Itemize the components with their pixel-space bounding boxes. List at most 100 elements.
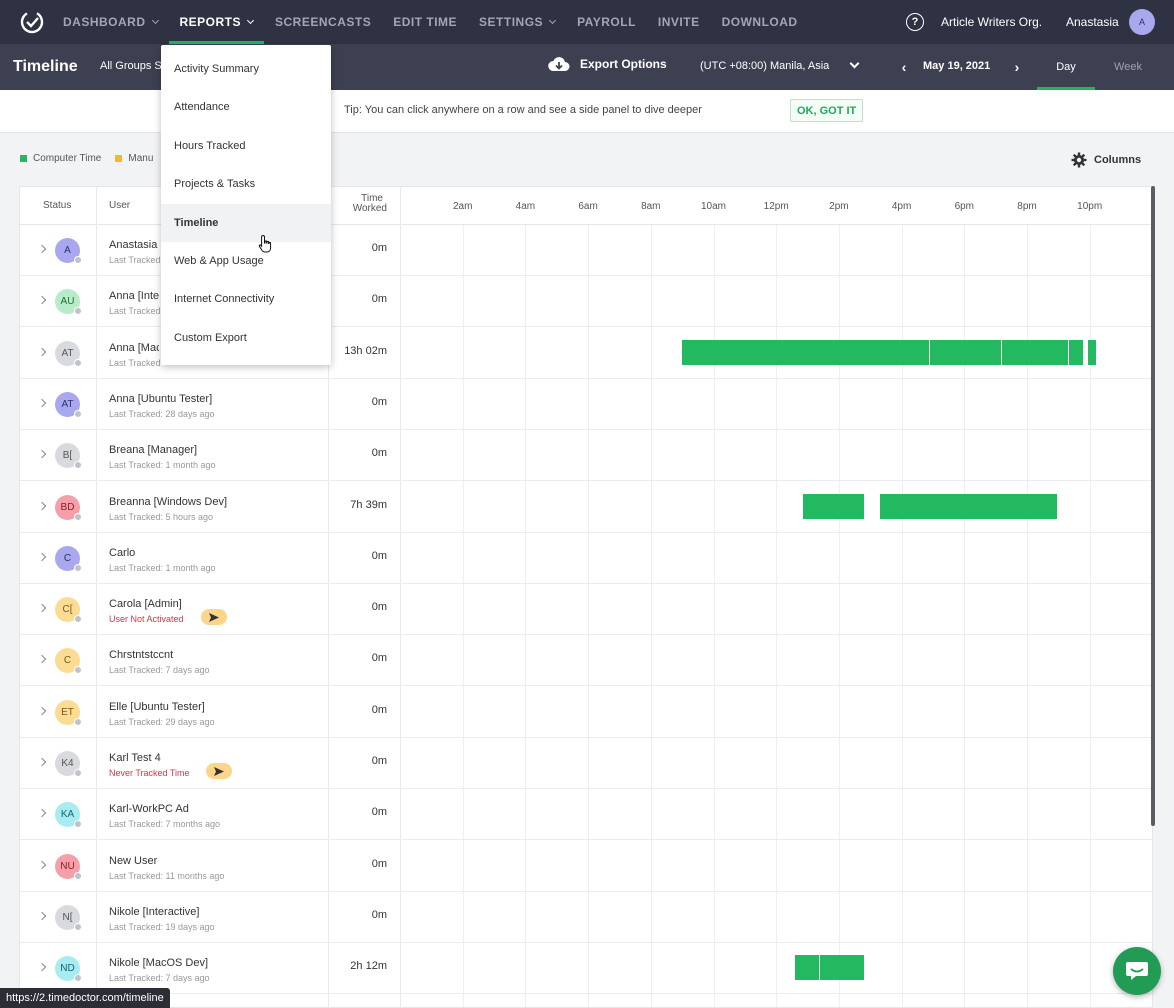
menu-item-internet-connectivity[interactable]: Internet Connectivity (161, 280, 331, 318)
table-row[interactable]: B[Breana [Manager] Last Tracked: 1 month … (20, 430, 1152, 482)
chevron-down-icon[interactable] (849, 58, 860, 69)
table-row[interactable]: AT Anna [Ubuntu Tester] Last Tracked: 28 d… (20, 379, 1152, 430)
user-name[interactable]: Anna [Ubuntu Tester] (109, 393, 339, 405)
chevron-right-icon[interactable] (37, 962, 47, 972)
computer-time-bar[interactable] (879, 493, 1057, 519)
send-invite-button[interactable] (201, 609, 227, 626)
user-name[interactable]: Chrstntstccnt (109, 649, 339, 661)
chevron-right-icon[interactable] (37, 244, 47, 254)
timezone-select[interactable]: (UTC +08:00) Manila, Asia (700, 60, 829, 72)
nav-item-settings[interactable]: SETTINGS (468, 0, 566, 44)
chat-button[interactable] (1113, 947, 1161, 995)
export-options-button[interactable]: Export Options (548, 56, 667, 72)
chevron-right-icon[interactable] (37, 911, 47, 921)
table-row[interactable]: K4 Karl Test 4 Never Tracked Time 0m (20, 738, 1152, 789)
legend-item: Manu (115, 153, 153, 164)
user-name[interactable]: Breana [Manager] (109, 444, 339, 456)
send-invite-button[interactable] (206, 763, 232, 779)
nav-item-dashboard[interactable]: DASHBOARD (52, 0, 169, 44)
chevron-right-icon[interactable] (37, 501, 47, 510)
table-row[interactable]: BD Breanna [Windows Dev] Last Tracked: 5 h… (20, 482, 1152, 533)
chevron-right-icon[interactable] (37, 860, 47, 869)
user-avatar[interactable]: A (1129, 9, 1155, 35)
last-tracked: Last Tracked: 28 days ago (109, 408, 215, 419)
next-date-button[interactable]: › (1010, 59, 1024, 75)
user-name[interactable]: Anastasia (109, 239, 159, 251)
user-name[interactable]: Breanna [Windows Dev] (109, 496, 339, 508)
status-column-header[interactable]: Status (43, 200, 71, 211)
menu-item-projects-tasks[interactable]: Projects & Tasks (161, 165, 331, 203)
avatar: NU (55, 853, 82, 880)
user-name[interactable]: Carola [Admin] (109, 598, 339, 610)
computer-time-bar[interactable] (1069, 339, 1084, 365)
computer-time-bar[interactable] (1001, 339, 1070, 365)
tab-week[interactable]: Week (1099, 44, 1157, 90)
chevron-right-icon[interactable] (37, 809, 47, 818)
user-name[interactable]: Karl-WorkPC Ad (109, 803, 339, 815)
chevron-right-icon[interactable] (37, 552, 47, 562)
chevron-right-icon[interactable] (37, 757, 47, 767)
hour-label: 2am (452, 201, 473, 212)
table-row[interactable]: ET Elle [Ubuntu Tester] Last Tracked: 29 d… (20, 687, 1152, 738)
menu-item-activity-summary[interactable]: Activity Summary (161, 50, 331, 88)
dismiss-tip-button[interactable]: OK, GOT IT (790, 99, 864, 122)
table-row[interactable]: N[Nikole [Interactive] Last Tracked: 19 d… (20, 892, 1152, 943)
table-row[interactable]: NU New User Last Tracked: 11 months ago 0m (20, 841, 1152, 892)
groups-filter[interactable]: All Groups S (100, 60, 162, 72)
columns-button[interactable]: Columns (1071, 152, 1141, 168)
vertical-scrollbar[interactable] (1151, 186, 1155, 826)
menu-item-web-app-usage[interactable]: Web & App Usage (161, 242, 331, 280)
user-column-header[interactable]: User (109, 200, 130, 211)
nav-item-invite[interactable]: INVITE (647, 0, 711, 44)
avatar: C[ (55, 597, 82, 624)
user-name[interactable]: Anna [Inte (109, 290, 159, 302)
user-name[interactable]: Nikole [MacOS Dev] (109, 957, 339, 969)
chevron-right-icon[interactable] (37, 449, 47, 459)
computer-time-bar[interactable] (820, 955, 864, 981)
user-name[interactable]: Nikole [Interactive] (109, 906, 339, 918)
status-dot (74, 358, 82, 367)
nav-item-edit-time[interactable]: EDIT TIME (382, 0, 468, 44)
last-tracked: Last Tracked (109, 255, 161, 265)
user-name[interactable]: Anna [Mac (109, 342, 159, 354)
table-row[interactable]: C[Carola [Admin] User Not Activated 0m (20, 584, 1152, 636)
computer-time-bar[interactable] (929, 339, 1002, 365)
computer-time-bar[interactable] (682, 339, 930, 365)
tab-day[interactable]: Day (1037, 44, 1095, 90)
table-row[interactable]: C Carlo Last Tracked: 1 month ago 0m (20, 533, 1152, 584)
user-name[interactable]: Anastasia (1066, 15, 1119, 29)
timedoctor-logo-icon[interactable] (19, 9, 45, 35)
computer-time-bar[interactable] (802, 493, 864, 519)
chevron-right-icon[interactable] (37, 296, 47, 305)
table-row[interactable]: KA Karl-WorkPC Ad Last Tracked: 7 months a… (20, 789, 1152, 841)
current-date[interactable]: May 19, 2021 (923, 60, 990, 72)
last-tracked: Last Tracked: 7 months ago (109, 819, 221, 830)
computer-time-bar[interactable] (1088, 339, 1096, 365)
computer-time-bar[interactable] (795, 955, 821, 981)
main-menu: DASHBOARD REPORTS SCREENCASTS EDIT TIME SETT… (52, 0, 809, 44)
chevron-right-icon[interactable] (37, 347, 47, 356)
chevron-right-icon[interactable] (37, 706, 47, 715)
table-row[interactable]: ND Nikole [MacOS Dev] Last Tracked: 7 days… (20, 943, 1152, 995)
avatar: C (55, 648, 82, 675)
chevron-right-icon[interactable] (37, 655, 47, 664)
nav-item-download[interactable]: DOWNLOAD (711, 0, 809, 44)
user-name[interactable]: New User (109, 855, 339, 867)
time-worked-column-header[interactable]: Time Worked (328, 194, 387, 214)
menu-item-attendance[interactable]: Attendance (161, 88, 331, 126)
menu-item-custom-export[interactable]: Custom Export (161, 319, 331, 357)
organization-name[interactable]: Article Writers Org. (941, 15, 1042, 29)
nav-item-reports[interactable]: REPORTS (168, 0, 265, 44)
user-name[interactable]: Elle [Ubuntu Tester] (109, 701, 339, 713)
chevron-right-icon[interactable] (37, 603, 47, 613)
menu-item-hours-tracked[interactable]: Hours Tracked (161, 127, 331, 165)
help-icon[interactable]: ? (906, 13, 924, 31)
menu-item-timeline[interactable]: Timeline (161, 203, 331, 242)
previous-date-button[interactable]: ‹ (897, 59, 911, 75)
legend-label: Computer Time (33, 153, 102, 164)
table-row[interactable]: C Chrstntstccnt Last Tracked: 7 days ago 0m (20, 635, 1152, 687)
chevron-right-icon[interactable] (37, 398, 47, 408)
nav-item-screencasts[interactable]: SCREENCASTS (264, 0, 382, 44)
nav-item-payroll[interactable]: PAYROLL (566, 0, 647, 44)
user-name[interactable]: Carlo (109, 547, 339, 559)
